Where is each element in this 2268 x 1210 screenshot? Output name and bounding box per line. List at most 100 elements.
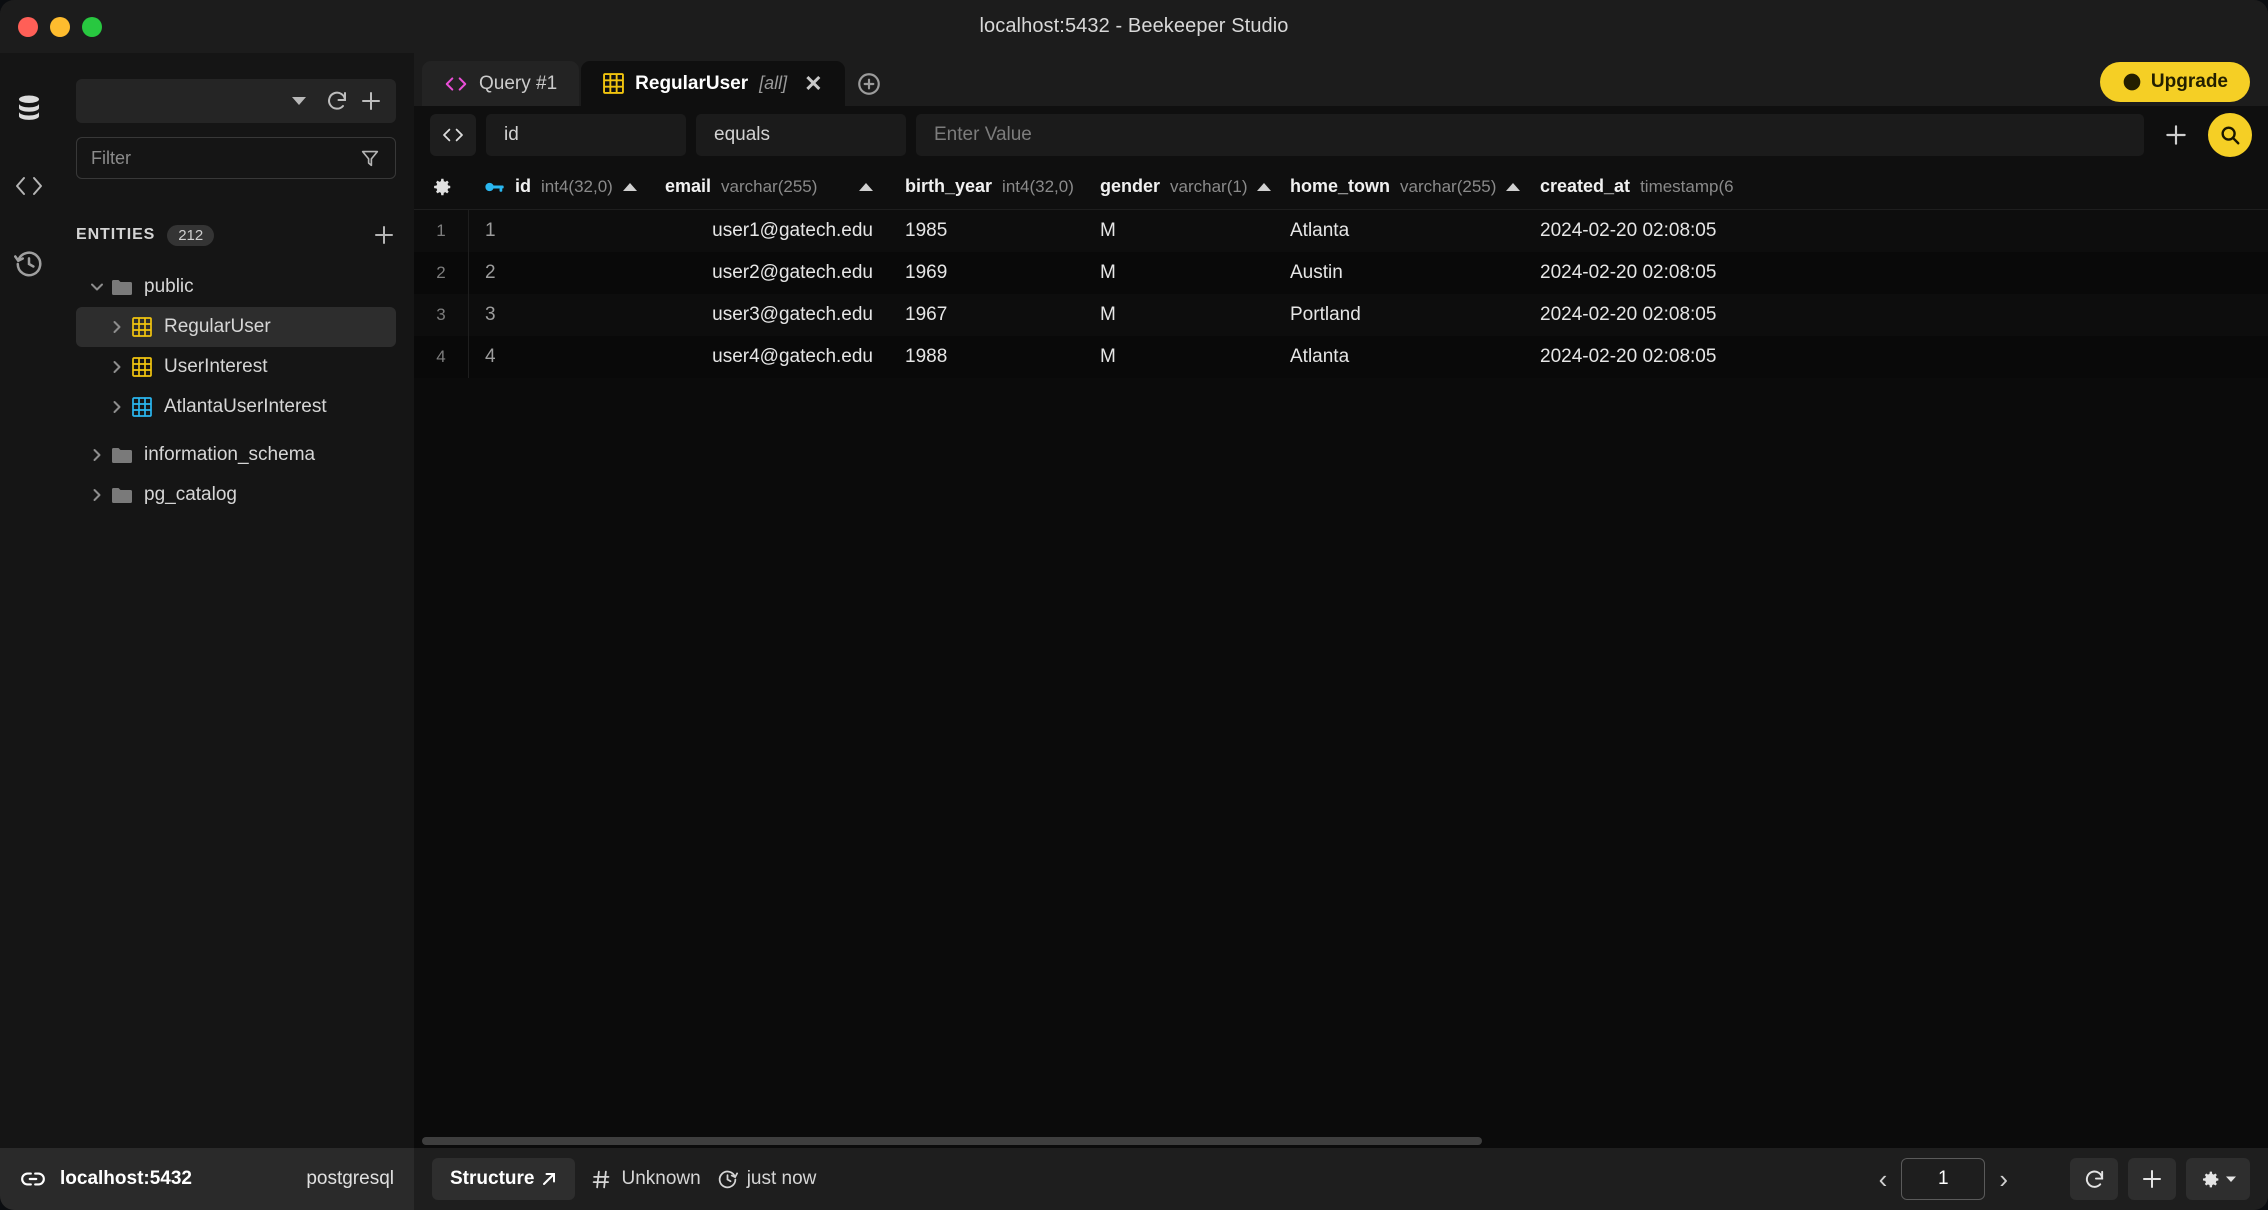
chevron-right-icon[interactable] — [84, 487, 110, 503]
upgrade-button[interactable]: Upgrade — [2099, 62, 2250, 102]
chevron-right-icon[interactable]: › — [1999, 1166, 2008, 1192]
sidebar-item-userinterest[interactable]: UserInterest — [76, 347, 396, 387]
connection-selector[interactable] — [76, 79, 396, 123]
column-name: gender — [1100, 176, 1161, 196]
add-entity-button[interactable] — [372, 223, 396, 247]
sidebar: ENTITIES 212 public — [58, 53, 414, 1148]
column-header-created-at[interactable]: created_at timestamp(6 — [1524, 164, 1854, 210]
chevron-right-icon[interactable] — [104, 359, 130, 375]
sidebar-item-public[interactable]: public — [76, 267, 396, 307]
structure-button[interactable]: Structure — [432, 1158, 576, 1200]
cell-birth-year[interactable]: 1988 — [889, 336, 1084, 378]
cell-gender[interactable]: M — [1084, 252, 1274, 294]
add-row-button[interactable] — [2128, 1158, 2176, 1200]
row-number: 2 — [414, 252, 469, 294]
column-type: varchar(255) — [721, 176, 818, 196]
arrow-up-right-icon — [541, 1171, 557, 1187]
horizontal-scrollbar-track[interactable] — [414, 1134, 2268, 1148]
tab-query-1[interactable]: Query #1 — [422, 61, 580, 106]
cell-birth-year[interactable]: 1969 — [889, 252, 1084, 294]
column-type: timestamp(6 — [1640, 176, 1734, 196]
app-window: localhost:5432 - Beekeeper Studio Filter… — [0, 0, 2268, 1210]
tab-regularuser[interactable]: RegularUser [all] ✕ — [581, 61, 845, 106]
table-row[interactable]: 1 1 user1@gatech.edu 1985 M Atlanta 2024… — [414, 210, 2268, 252]
chevron-right-icon[interactable] — [84, 447, 110, 463]
folder-icon — [112, 279, 132, 296]
sidebar-filter[interactable] — [76, 137, 396, 179]
cell-id[interactable]: 2 — [469, 252, 649, 294]
column-header-birth-year[interactable]: birth_year int4(32,0) — [889, 164, 1084, 210]
refresh-icon[interactable] — [2070, 1158, 2118, 1200]
cell-email[interactable]: user2@gatech.edu — [649, 252, 889, 294]
sort-asc-icon[interactable] — [1506, 182, 1521, 191]
database-icon[interactable] — [10, 89, 48, 127]
sort-asc-icon[interactable] — [1257, 182, 1272, 191]
folder-icon — [112, 487, 132, 504]
refresh-icon[interactable] — [320, 84, 354, 118]
cell-gender[interactable]: M — [1084, 336, 1274, 378]
table-row[interactable]: 2 2 user2@gatech.edu 1969 M Austin 2024-… — [414, 252, 2268, 294]
sidebar-item-pg-catalog[interactable]: pg_catalog — [76, 475, 396, 515]
cell-created-at[interactable]: 2024-02-20 02:08:05 — [1524, 336, 1854, 378]
sidebar-item-label: UserInterest — [164, 356, 268, 377]
column-header-id[interactable]: id int4(32,0) — [469, 164, 649, 210]
column-header-email[interactable]: email varchar(255) — [649, 164, 889, 210]
status-bar: localhost:5432 postgresql Structure Unkn… — [0, 1148, 2268, 1210]
entities-label: ENTITIES — [76, 226, 156, 243]
cell-email[interactable]: user3@gatech.edu — [649, 294, 889, 336]
row-number: 3 — [414, 294, 469, 336]
gear-icon[interactable] — [414, 176, 469, 198]
filter-column-select[interactable]: id — [486, 114, 686, 156]
history-icon[interactable] — [10, 245, 48, 283]
gear-icon — [2200, 1169, 2221, 1190]
row-count-status: Unknown — [591, 1168, 701, 1190]
column-header-home-town[interactable]: home_town varchar(255) — [1274, 164, 1524, 210]
cell-gender[interactable]: M — [1084, 294, 1274, 336]
cell-created-at[interactable]: 2024-02-20 02:08:05 — [1524, 210, 1854, 252]
page-number-input[interactable]: 1 — [1901, 1158, 1986, 1200]
cell-gender[interactable]: M — [1084, 210, 1274, 252]
table-row[interactable]: 4 4 user4@gatech.edu 1988 M Atlanta 2024… — [414, 336, 2268, 378]
code-brackets-icon[interactable] — [10, 167, 48, 205]
entity-tree: public RegularUser UserInterest AtlantaU… — [76, 267, 396, 1148]
plus-icon[interactable] — [354, 84, 388, 118]
column-header-gender[interactable]: gender varchar(1) — [1084, 164, 1274, 210]
entities-count-badge: 212 — [167, 224, 215, 246]
sort-asc-icon[interactable] — [622, 182, 637, 191]
sql-toggle-button[interactable] — [430, 114, 476, 156]
cell-email[interactable]: user4@gatech.edu — [649, 336, 889, 378]
cell-home-town[interactable]: Austin — [1274, 252, 1524, 294]
cell-id[interactable]: 3 — [469, 294, 649, 336]
table-row[interactable]: 3 3 user3@gatech.edu 1967 M Portland 202… — [414, 294, 2268, 336]
sidebar-item-regularuser[interactable]: RegularUser — [76, 307, 396, 347]
funnel-icon[interactable] — [359, 147, 381, 169]
filter-value-input[interactable]: Enter Value — [916, 114, 2144, 156]
cell-home-town[interactable]: Atlanta — [1274, 336, 1524, 378]
filter-input[interactable] — [91, 147, 359, 169]
close-icon[interactable]: ✕ — [804, 72, 822, 95]
cell-id[interactable]: 4 — [469, 336, 649, 378]
hash-icon — [591, 1169, 612, 1190]
chevron-right-icon[interactable] — [104, 399, 130, 415]
add-filter-button[interactable] — [2154, 122, 2198, 148]
sidebar-item-information-schema[interactable]: information_schema — [76, 435, 396, 475]
horizontal-scrollbar-thumb[interactable] — [422, 1137, 1482, 1145]
chevron-right-icon[interactable] — [84, 279, 110, 295]
cell-home-town[interactable]: Atlanta — [1274, 210, 1524, 252]
cell-birth-year[interactable]: 1967 — [889, 294, 1084, 336]
filter-operator-select[interactable]: equals — [696, 114, 906, 156]
cell-created-at[interactable]: 2024-02-20 02:08:05 — [1524, 252, 1854, 294]
cell-birth-year[interactable]: 1985 — [889, 210, 1084, 252]
cell-email[interactable]: user1@gatech.edu — [649, 210, 889, 252]
cell-created-at[interactable]: 2024-02-20 02:08:05 — [1524, 294, 1854, 336]
table-settings-button[interactable] — [2186, 1158, 2250, 1200]
chevron-right-icon[interactable] — [104, 319, 130, 335]
sort-asc-icon[interactable] — [859, 182, 873, 191]
link-icon — [20, 1166, 46, 1192]
search-icon[interactable] — [2208, 113, 2252, 157]
chevron-left-icon[interactable]: ‹ — [1879, 1166, 1888, 1192]
new-tab-button[interactable] — [847, 61, 891, 106]
cell-home-town[interactable]: Portland — [1274, 294, 1524, 336]
cell-id[interactable]: 1 — [469, 210, 649, 252]
sidebar-item-atlantauserinterest[interactable]: AtlantaUserInterest — [76, 387, 396, 427]
